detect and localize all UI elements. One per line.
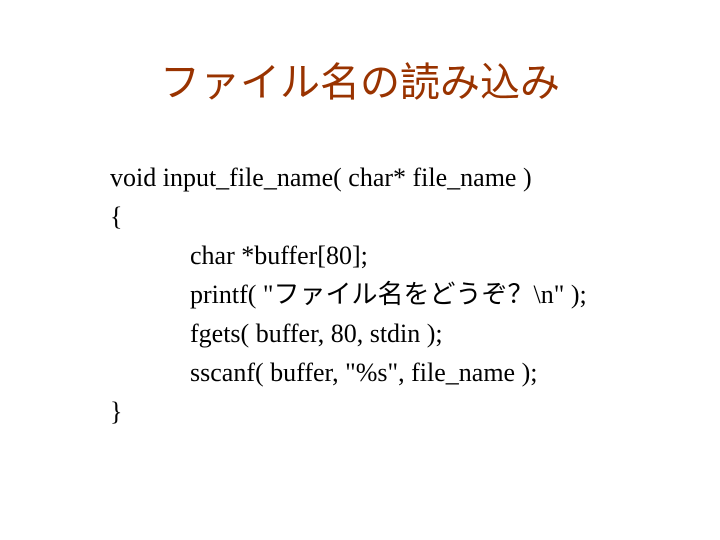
code-line-open-brace: { <box>110 197 660 236</box>
code-block: void input_file_name( char* file_name ) … <box>110 158 660 431</box>
code-line-close-brace: } <box>110 392 660 431</box>
code-line-printf: printf( "ファイル名をどうぞ？\n" ); <box>110 275 660 314</box>
code-line-buffer-decl: char *buffer[80]; <box>110 236 660 275</box>
code-line-signature: void input_file_name( char* file_name ) <box>110 158 660 197</box>
code-line-fgets: fgets( buffer, 80, stdin ); <box>110 314 660 353</box>
slide-container: ファイル名の読み込み void input_file_name( char* f… <box>0 0 720 471</box>
slide-title: ファイル名の読み込み <box>60 50 660 108</box>
code-line-sscanf: sscanf( buffer, "%s", file_name ); <box>110 353 660 392</box>
